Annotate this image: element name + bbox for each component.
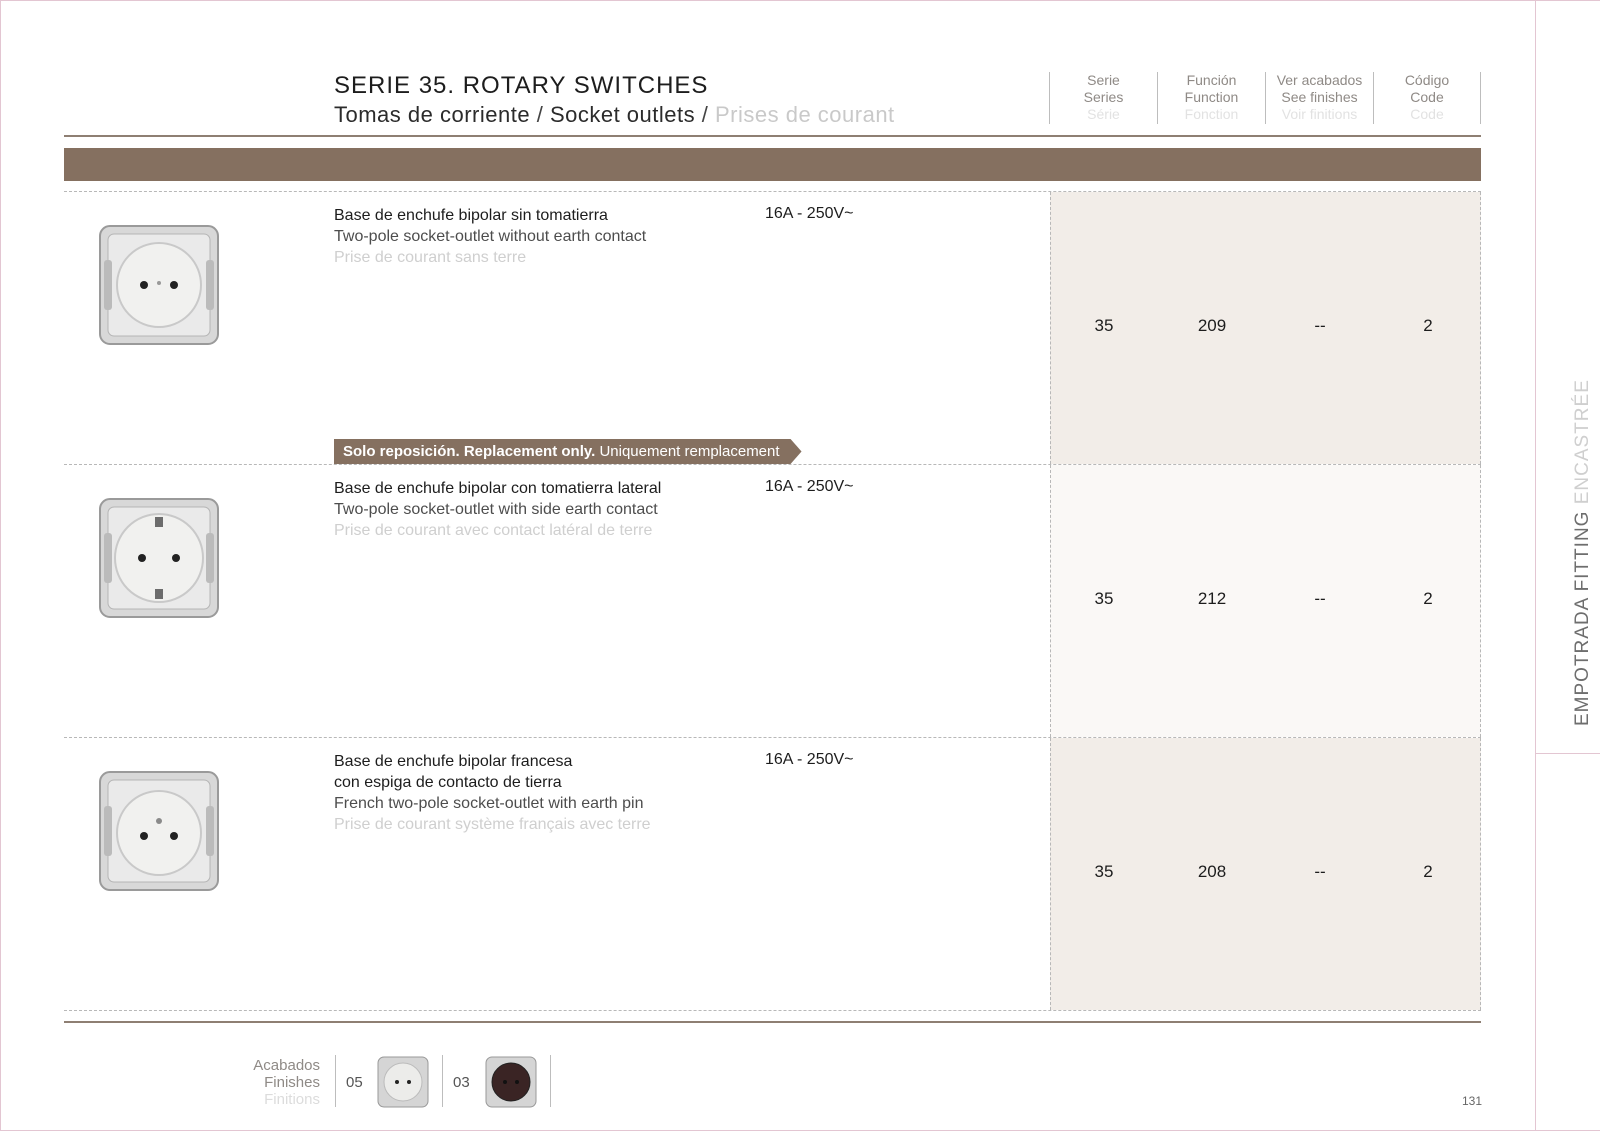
product-row: Base de enchufe bipolar francesa con esp… [64, 737, 1481, 1011]
finishes-label-es: Acabados [253, 1057, 320, 1074]
description-es: Base de enchufe bipolar con tomatierra l… [334, 480, 662, 497]
description-en: Two-pole socket-outlet with side earth c… [334, 501, 658, 518]
product-description: Base de enchufe bipolar francesa con esp… [334, 751, 651, 835]
finish-code: 03 [453, 1074, 470, 1091]
product-row: Base de enchufe bipolar con tomatierra l… [64, 464, 1481, 737]
tag-text: Uniquement remplacement [595, 443, 780, 460]
subtitle-es: Tomas de corriente [334, 102, 531, 127]
description-es: Base de enchufe bipolar sin tomatierra [334, 207, 608, 224]
column-header-label: Series [1083, 89, 1124, 105]
column-header-label: Código [1404, 72, 1450, 88]
header-divider [64, 135, 1481, 137]
acabados-value: -- [1314, 316, 1326, 335]
electrical-rating: 16A - 250V~ [765, 478, 854, 495]
acabados-value: -- [1314, 862, 1326, 881]
page-title: SERIE 35. ROTARY SWITCHES [334, 72, 709, 99]
column-header-label: Ver acabados [1276, 72, 1363, 88]
column-header-label: Función [1186, 72, 1237, 88]
page-number: 131 [1462, 1094, 1483, 1108]
product-description: Base de enchufe bipolar sin tomatierra T… [334, 205, 646, 268]
subtitle-separator: / [530, 102, 550, 127]
side-tab-label-light: ENCASTRÉE [1572, 379, 1593, 511]
footer-divider [64, 1021, 1481, 1023]
subtitle-separator: / [695, 102, 715, 127]
description-fr: Prise de courant avec contact latéral de… [334, 522, 653, 539]
side-tab-lower [1535, 754, 1600, 1131]
finish-divider [550, 1055, 551, 1107]
finish-divider [335, 1055, 336, 1107]
description-fr: Prise de courant système français avec t… [334, 816, 651, 833]
section-bar [64, 148, 1481, 181]
subtitle-en: Socket outlets [549, 102, 696, 127]
page-subtitle: Tomas de corriente / Socket outlets / Pr… [334, 102, 895, 128]
electrical-rating: 16A - 250V~ [765, 205, 854, 222]
side-tab-label-dark: EMPOTRADA FITTING [1572, 510, 1593, 726]
subtitle-fr: Prises de courant [714, 102, 895, 127]
acabados-value: -- [1314, 589, 1326, 608]
column-header-label: Série [1087, 106, 1120, 122]
finish-white-swatch [377, 1056, 429, 1108]
column-header-label: Voir finitions [1281, 106, 1358, 122]
finishes-label-en: Finishes [264, 1074, 320, 1091]
column-header-acabados: Ver acabados See finishes Voir finitions [1265, 72, 1373, 124]
description-fr: Prise de courant sans terre [334, 249, 527, 266]
tag-bold-text: Solo reposición. Replacement only. [343, 443, 596, 460]
funcion-value: 208 [1197, 862, 1227, 881]
column-header-serie: Serie Series Série [1049, 72, 1157, 124]
socket-french-earth-image [99, 771, 219, 891]
description-es: Base de enchufe bipolar francesa [334, 753, 573, 770]
finish-divider [442, 1055, 443, 1107]
description-es-line2: con espiga de contacto de tierra [334, 774, 562, 791]
product-row: Base de enchufe bipolar sin tomatierra T… [64, 191, 1481, 464]
electrical-rating: 16A - 250V~ [765, 751, 854, 768]
description-en: Two-pole socket-outlet without earth con… [334, 228, 647, 245]
column-header-label: See finishes [1281, 89, 1358, 105]
serie-value: 35 [1094, 589, 1114, 608]
column-header-label: Serie [1087, 72, 1120, 88]
finish-brown-swatch [485, 1056, 537, 1108]
column-header-label: Function [1184, 89, 1239, 105]
serie-value: 35 [1094, 316, 1114, 335]
socket-side-earth-image [99, 498, 219, 618]
socket-no-earth-image [99, 225, 219, 345]
column-header-codigo: Código Code Code [1373, 72, 1481, 124]
replacement-only-tag: Solo reposición. Replacement only. Uniqu… [334, 439, 802, 464]
serie-value: 35 [1094, 862, 1114, 881]
column-header-label: Code [1410, 106, 1444, 122]
finish-code: 05 [346, 1074, 363, 1091]
finishes-label-fr: Finitions [264, 1091, 320, 1108]
product-description: Base de enchufe bipolar con tomatierra l… [334, 478, 661, 541]
column-header-funcion: Función Function Fonction [1157, 72, 1265, 124]
funcion-value: 212 [1197, 589, 1227, 608]
column-header-label: Code [1410, 89, 1444, 105]
codigo-value: 2 [1423, 316, 1433, 335]
codigo-value: 2 [1423, 862, 1433, 881]
codigo-value: 2 [1423, 589, 1433, 608]
side-tab-label: EMPOTRADA FITTING ENCASTRÉE [1572, 379, 1594, 726]
finishes-label: Acabados Finishes Finitions [228, 1057, 320, 1108]
description-en: French two-pole socket-outlet with earth… [334, 795, 644, 812]
column-headers: Serie Series Série Función Function Fonc… [1049, 72, 1481, 124]
column-header-label: Fonction [1184, 106, 1239, 122]
funcion-value: 209 [1197, 316, 1227, 335]
